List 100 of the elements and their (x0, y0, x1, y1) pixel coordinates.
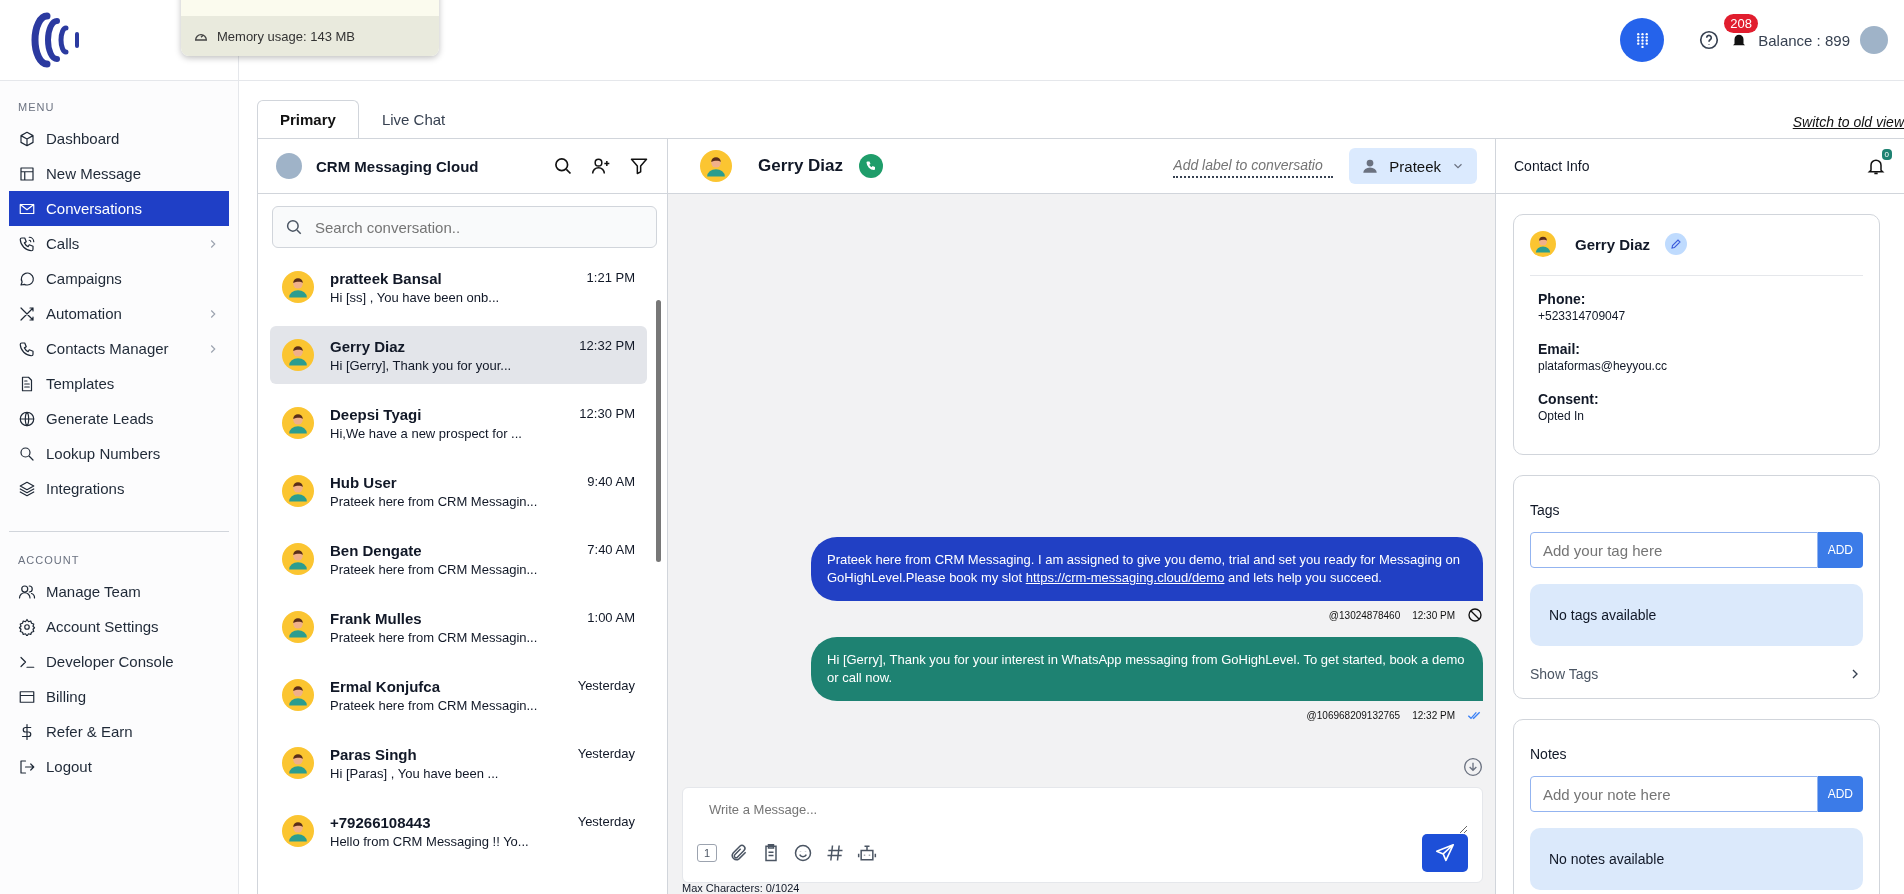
scroll-down-icon[interactable] (1463, 757, 1483, 777)
nav-item[interactable]: Conversations (9, 191, 229, 226)
add-user-icon[interactable] (591, 156, 611, 176)
nav-item[interactable]: New Message (9, 156, 229, 191)
message-preview: Hi [Gerry], Thank you for your... (330, 357, 513, 373)
edit-button[interactable] (1665, 233, 1688, 255)
alert-count: 0 (1881, 149, 1892, 160)
contact-name: pratteek Bansal (330, 269, 442, 287)
counter-key[interactable]: 1 (697, 844, 718, 862)
nav-item[interactable]: Logout (9, 749, 229, 784)
conversation-item[interactable]: Paras Singh Yesterday Hi [Paras] , You have been ... (270, 734, 647, 792)
nav-icon (18, 444, 36, 463)
search-input[interactable]: Search conversation.. (313, 217, 644, 237)
contact-name: Paras Singh (330, 745, 417, 763)
message-time: 7:40 AM (587, 541, 635, 559)
conversation-item[interactable]: Frank Mulles 1:00 AM Prateek here from CRM Messagin... (270, 598, 647, 656)
message-preview: Prateek here from CRM Messagin... (330, 629, 539, 645)
filter-icon[interactable] (629, 156, 649, 176)
send-button[interactable] (1422, 834, 1468, 872)
card-title: Tags (1530, 502, 1561, 518)
assignee-dropdown[interactable]: Prateek (1349, 148, 1477, 184)
add-button[interactable]: ADD (1817, 532, 1863, 568)
message-time: 1:21 PM (586, 269, 635, 287)
nav-item[interactable]: Generate Leads (9, 401, 229, 436)
hashtag-icon[interactable] (825, 843, 846, 863)
call-button[interactable] (859, 154, 884, 178)
contact-name: Gerry Diaz (330, 337, 406, 355)
nav-item[interactable]: Manage Team (9, 574, 229, 609)
nav-icon (18, 617, 36, 636)
add-button[interactable]: ADD (1817, 776, 1863, 812)
nav-item[interactable]: Refer & Earn (9, 714, 229, 749)
nav-item[interactable]: Templates (9, 366, 229, 401)
section-heading: MENU (17, 101, 56, 113)
tab[interactable]: Live Chat (358, 100, 469, 138)
avatar-icon (282, 475, 314, 507)
nav-item[interactable]: Dashboard (9, 121, 229, 156)
conversation-item[interactable]: Hub User 9:40 AM Prateek here from CRM Messagin... (270, 462, 647, 520)
contact-name: Ben Dengate (330, 541, 422, 559)
robot-icon[interactable] (857, 843, 878, 863)
nav-icon (18, 479, 36, 498)
nav-icon (18, 409, 36, 428)
contact-name: Deepsi Tyagi (330, 405, 422, 423)
inbox-title: CRM Messaging Cloud (316, 157, 479, 175)
search-icon[interactable] (553, 156, 573, 176)
contact-name: Frank Mulles (330, 609, 422, 627)
avatar-icon (282, 543, 314, 575)
message-time: Yesterday (577, 677, 635, 695)
empty-message: No notes available (1530, 828, 1863, 890)
nav-icon (18, 269, 36, 288)
dialpad-button[interactable] (1620, 18, 1665, 62)
conversation-item[interactable]: Gerry Diaz 12:32 PM Hi [Gerry], Thank you for your... (270, 326, 647, 384)
demo-link[interactable]: https://crm-messaging.cloud/demo (1025, 570, 1225, 585)
nav-item[interactable]: Account Settings (9, 609, 229, 644)
nav-item[interactable]: Lookup Numbers (9, 436, 229, 471)
conversation-item[interactable]: pratteek Bansal 1:21 PM Hi [ss] , You have been onb... (270, 258, 647, 316)
field-label: Phone: (1538, 291, 1587, 307)
message-time: Yesterday (577, 813, 635, 831)
tab[interactable]: Primary (257, 100, 359, 138)
conversation-item[interactable]: Ermal Konjufca Yesterday Prateek here from CRM Messagin... (270, 666, 647, 724)
nav-item[interactable]: Contacts Manager (9, 331, 229, 366)
conversation-item[interactable]: Ben Dengate 7:40 AM Prateek here from CRM Messagin... (270, 530, 647, 588)
contact-name: Ermal Konjufca (330, 677, 441, 695)
tag-field[interactable]: Add your tag here (1530, 532, 1818, 568)
nav-item[interactable]: Developer Console (9, 644, 229, 679)
field-value: +523314709047 (1538, 309, 1627, 323)
conversation-item[interactable]: Deepsi Tyagi 12:30 PM Hi,We have a new prospect for ... (270, 394, 647, 452)
empty-message: No tags available (1530, 584, 1863, 646)
account-avatar (276, 153, 302, 179)
search-icon (285, 218, 303, 236)
nav-item[interactable]: Calls (9, 226, 229, 261)
nav-icon (18, 129, 36, 148)
nav-item[interactable]: Automation (9, 296, 229, 331)
message-preview: Prateek here from CRM Messagin... (330, 561, 539, 577)
conversation-item[interactable]: +79266108443 Yesterday Hello from CRM Messaging !! Yo... (270, 802, 647, 860)
nav-item[interactable]: Billing (9, 679, 229, 714)
avatar-icon (282, 339, 314, 371)
field-label: Consent: (1538, 391, 1600, 407)
message-composer[interactable]: Write a Message... 1 (682, 787, 1483, 883)
avatar-icon (282, 611, 314, 643)
nav-item[interactable]: Integrations (9, 471, 229, 506)
pencil-icon (1670, 238, 1683, 250)
nav-icon (18, 304, 36, 323)
sender-number: @106968209132765 (1306, 709, 1401, 721)
search-field[interactable]: Search conversation.. (272, 206, 657, 248)
field-value: Opted In (1538, 409, 1586, 423)
show-tags-link[interactable]: Show Tags (1530, 666, 1863, 682)
message-preview: Hi,We have a new prospect for ... (330, 425, 523, 441)
message-time: 1:00 AM (587, 609, 635, 627)
memory-usage-text: Memory usage: 143 MB (217, 28, 355, 44)
avatar-icon (1530, 231, 1556, 257)
help-icon[interactable] (1698, 29, 1721, 51)
note-field[interactable]: Add your note here (1530, 776, 1818, 812)
avatar-icon (282, 679, 314, 711)
avatar-icon (282, 271, 314, 303)
nav-item[interactable]: Campaigns (9, 261, 229, 296)
person-icon (1361, 157, 1380, 175)
field-value: plataformas@heyyou.cc (1538, 359, 1668, 373)
smiley-icon[interactable] (793, 843, 814, 863)
message-time: 12:30 PM (579, 405, 635, 423)
switch-view-link[interactable]: Switch to old view (1792, 114, 1904, 130)
